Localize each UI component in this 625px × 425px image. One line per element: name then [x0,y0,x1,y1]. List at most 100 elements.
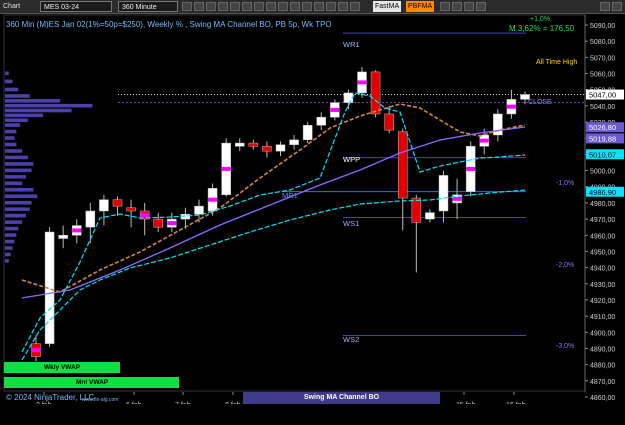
pbfma-button[interactable]: PBFMA [406,1,435,12]
price-tick-label: 4920,00 [590,298,615,305]
toolbar-icon[interactable] [218,2,228,11]
volume-profile-bar [5,94,30,98]
magenta-marker [330,107,340,112]
pct-label-minus-3: -3,0% [556,343,575,350]
candle-body [370,71,381,115]
instrument-selector[interactable]: MES 03-24 [40,1,112,12]
toolbar-icon[interactable] [182,2,192,11]
toolbar-icon[interactable] [194,2,204,11]
price-tick-label: 4910,00 [590,314,615,321]
volume-profile-bar [5,108,72,113]
price-tick-label: 4960,00 [590,233,615,240]
magenta-marker [506,104,516,109]
toolbar-icon[interactable] [476,2,486,11]
volume-profile-bar [5,71,9,76]
website-text: www.fin-alg.com [82,397,119,403]
candle-body [343,92,354,103]
toolbar-icon[interactable] [242,2,252,11]
fastma-button[interactable]: FastMA [373,1,402,12]
pct-label-minus-2: -2,0% [556,262,575,269]
volume-profile-bar [5,175,26,179]
candle-body [194,205,204,215]
volume-profile-bar [5,103,93,108]
toolbar-icon[interactable] [440,2,450,11]
candle-body [248,142,259,147]
volume-profile-bar [5,162,34,166]
volume-profile-bar [5,194,38,199]
volume-profile-bar [5,149,23,153]
close-label: CLOSE [528,99,552,106]
toolbar-icon[interactable] [206,2,216,11]
magenta-marker [221,166,231,171]
chart-label: Chart [3,3,21,10]
candle-body [384,113,394,131]
price-badge-label: 5010,07 [589,150,616,159]
toolbar-icon[interactable] [254,2,264,11]
volume-profile-bar [5,79,13,84]
toolbar-icon[interactable] [350,2,360,11]
orange-ma-line [21,103,526,293]
cyan-channel-upper [21,92,526,353]
magenta-marker [208,197,218,202]
toolbar-icon[interactable] [314,2,324,11]
purple-ma-line [21,126,526,299]
pivot-label-ws1: WS1 [343,219,360,228]
volume-profile-bar [5,99,61,103]
volume-profile-bar [5,220,23,224]
toolbar-icon[interactable] [278,2,288,11]
candle-body [112,199,123,207]
candle-body [493,113,503,136]
close-icon[interactable] [612,2,622,11]
all-time-high-label: All Time High [536,59,578,66]
candle-body [289,139,299,145]
price-chart[interactable]: 5090,005080,005070,005060,005050,005040,… [0,14,625,404]
price-badge-label: 5026,80 [589,123,616,132]
candle-body [438,175,449,212]
price-tick-label: 4940,00 [590,266,615,273]
volume-profile-bar [5,233,17,237]
price-tick-label: 4930,00 [590,282,615,289]
price-tick-label: 4880,00 [590,363,615,370]
candle-body [262,146,272,152]
volume-profile-bar [5,207,30,211]
candle-body [126,207,136,212]
volume-profile-bar [5,136,15,140]
toolbar-icon[interactable] [302,2,312,11]
toolbar-icon[interactable] [464,2,474,11]
price-tick-label: 4970,00 [590,217,615,224]
candle-body [411,197,422,223]
volume-profile-bar [5,168,32,173]
title-bar: Chart MES 03-24 360 Minute FastMA PBFMA [0,0,625,14]
price-tick-label: 5060,00 [590,72,615,79]
cyan-channel-lower [21,189,526,361]
volume-profile-bar [5,187,34,192]
pivot-label-ws2: WS2 [343,335,360,344]
toolbar-icon[interactable] [266,2,276,11]
toolbar-icon[interactable] [230,2,240,11]
mnl-vwap-bar: Mnl VWAP [4,377,179,388]
price-badge-label: 4986,90 [589,188,616,197]
volume-profile-bar [5,155,28,160]
toolbar-icon[interactable] [338,2,348,11]
pivot-label-wpp: WPP [343,155,361,164]
price-tick-label: 5000,00 [590,169,615,176]
toolbar-icon[interactable] [290,2,300,11]
toolbar-icon[interactable] [452,2,462,11]
date-axis[interactable] [0,404,625,425]
magenta-marker [140,213,150,218]
volume-profile-bar [5,113,43,118]
price-tick-label: 4900,00 [590,330,615,337]
volume-profile-bar [5,87,19,92]
magenta-marker [72,228,82,233]
price-tick-label: 5080,00 [590,39,615,46]
volume-profile-bar [5,213,26,218]
magenta-marker [357,80,367,85]
minimize-icon[interactable] [600,2,610,11]
volume-profile-bar [5,252,11,257]
wkly-vwap-bar: Wkly VWAP [4,362,120,373]
price-tick-label: 5090,00 [590,23,615,30]
magenta-marker [167,221,177,226]
timeframe-selector[interactable]: 360 Minute [118,1,178,12]
candle-body [58,235,68,239]
toolbar-icon[interactable] [326,2,336,11]
